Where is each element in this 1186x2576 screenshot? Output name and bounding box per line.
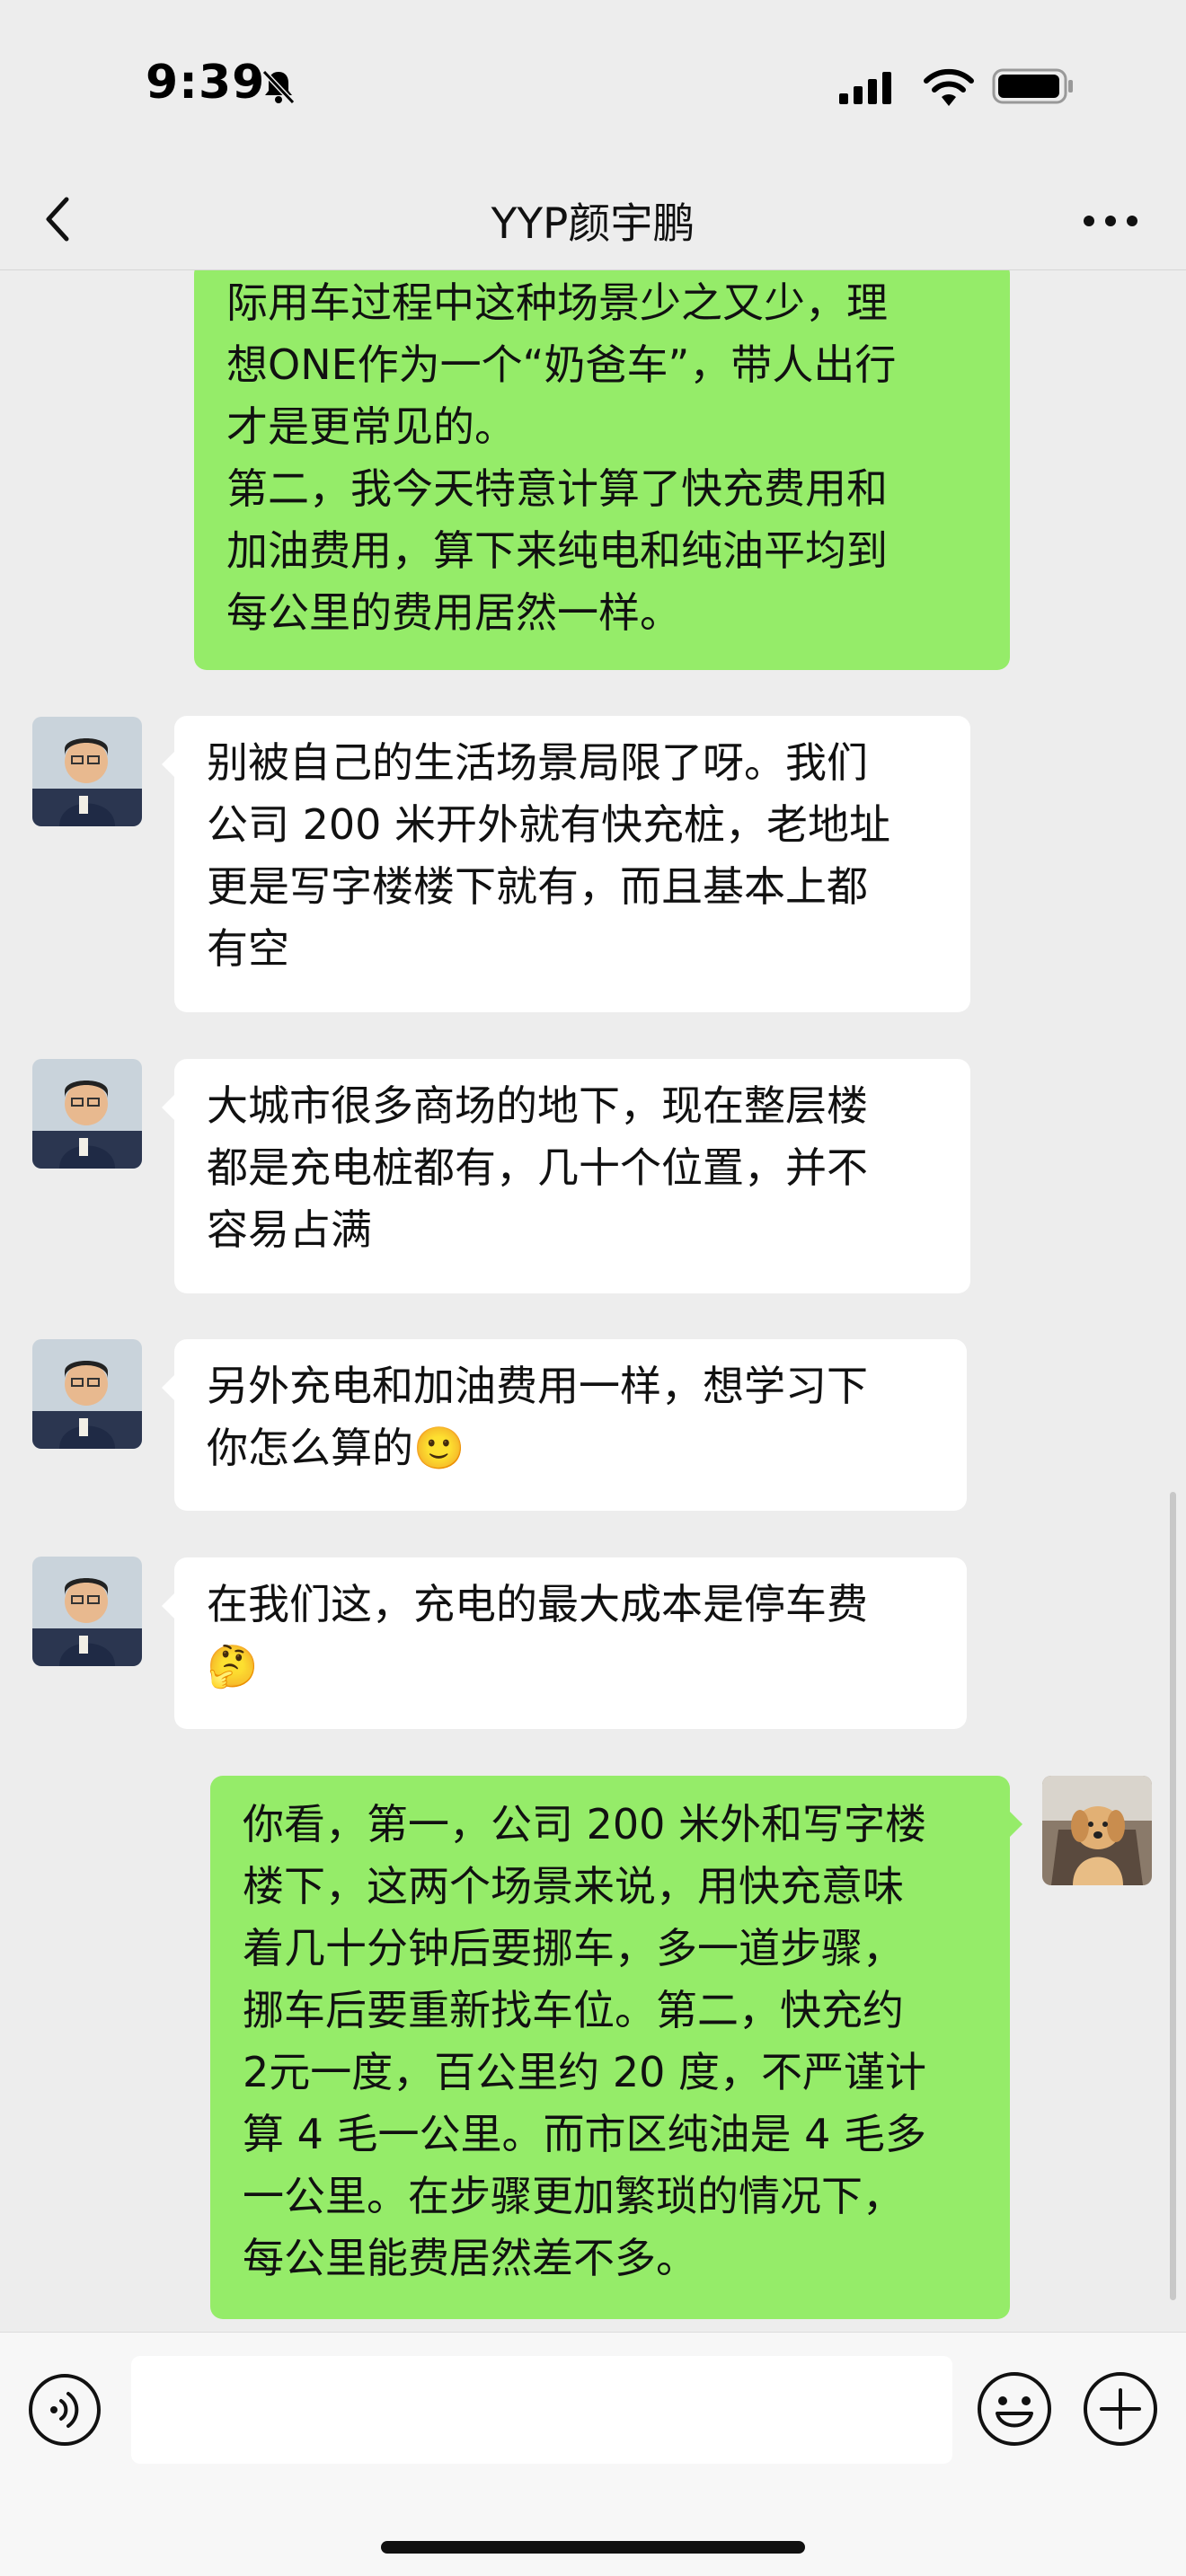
message-line: 每公里的费用居然一样。 (226, 588, 681, 637)
message-bubble-incoming[interactable]: 另外充电和加油费用一样，想学习下 你怎么算的🙂 (162, 1339, 967, 1511)
chat-header: YYP颜宇鹏 (0, 171, 1186, 270)
message-line: 楼下，这两个场景来说，用快充意味 (243, 1862, 904, 1910)
message-line: 你怎么算的🙂 (207, 1424, 465, 1472)
message-line: 有空 (207, 924, 289, 973)
message-line: 际用车过程中这种场景少之又少，理 (226, 278, 888, 327)
contact-avatar[interactable] (32, 1339, 142, 1449)
message-line: 大城市很多商场的地下，现在整层楼 (207, 1081, 868, 1130)
message-line: 第二，我今天特意计算了快充费用和 (226, 464, 888, 513)
emoji-icon[interactable] (976, 2370, 1053, 2448)
message-line: 算 4 毛一公里。而市区纯油是 4 毛多 (243, 2110, 927, 2158)
chat-title: YYP颜宇鹏 (491, 199, 695, 249)
status-time: 9:39 (146, 56, 266, 110)
message-input[interactable] (131, 2356, 952, 2464)
battery-icon (992, 68, 1073, 104)
message-line: 才是更常见的。 (226, 402, 516, 451)
message-line: 都是充电桩都有，几十个位置，并不 (207, 1143, 868, 1192)
status-bar: 9:39 (0, 0, 1186, 171)
home-indicator[interactable] (381, 2541, 805, 2554)
message-line: 在我们这，充电的最大成本是停车费 (207, 1580, 868, 1628)
message-line: 另外充电和加油费用一样，想学习下 (207, 1362, 868, 1410)
message-bubble-outgoing[interactable]: 际用车过程中这种场景少之又少，理 想ONE作为一个“奶爸车”，带人出行 才是更常… (194, 270, 1010, 670)
message-line: 你看，第一，公司 200 米外和写字楼 (243, 1800, 927, 1848)
contact-avatar[interactable] (32, 1059, 142, 1169)
contact-avatar[interactable] (32, 717, 142, 826)
scroll-indicator[interactable] (1170, 1492, 1176, 2300)
message-line: 别被自己的生活场景局限了呀。我们 (207, 738, 868, 787)
message-line: 2元一度，百公里约 20 度，不严谨计 (243, 2048, 927, 2096)
cellular-signal-icon (839, 72, 891, 104)
message-bubble-incoming[interactable]: 别被自己的生活场景局限了呀。我们 公司 200 米开外就有快充桩，老地址 更是写… (162, 716, 970, 1012)
more-icon[interactable] (1075, 194, 1146, 248)
voice-icon[interactable] (27, 2372, 102, 2448)
message-line: 🤔 (207, 1642, 259, 1690)
chat-messages[interactable]: 际用车过程中这种场景少之又少，理 想ONE作为一个“奶爸车”，带人出行 才是更常… (0, 270, 1186, 2331)
message-line: 加油费用，算下来纯电和纯油平均到 (226, 526, 888, 575)
bell-off-icon (261, 69, 296, 105)
message-line: 着几十分钟后要挪车，多一道步骤， (243, 1924, 904, 1972)
message-line: 想ONE作为一个“奶爸车”，带人出行 (226, 340, 897, 389)
wifi-icon (924, 68, 974, 106)
plus-icon[interactable] (1082, 2370, 1159, 2448)
message-line: 挪车后要重新找车位。第二，快充约 (243, 1986, 904, 2034)
message-bubble-outgoing[interactable]: 你看，第一，公司 200 米外和写字楼 楼下，这两个场景来说，用快充意味 着几十… (210, 1776, 1022, 2319)
message-bubble-incoming[interactable]: 大城市很多商场的地下，现在整层楼 都是充电桩都有，几十个位置，并不 容易占满 (162, 1059, 970, 1293)
message-bubble-incoming[interactable]: 在我们这，充电的最大成本是停车费 🤔 (162, 1557, 967, 1729)
contact-avatar[interactable] (32, 1557, 142, 1666)
message-line: 容易占满 (207, 1205, 372, 1254)
my-avatar[interactable] (1042, 1776, 1152, 1885)
message-line: 一公里。在步骤更加繁琐的情况下， (243, 2172, 904, 2220)
message-line: 每公里能费居然差不多。 (243, 2234, 697, 2282)
input-bar (0, 2332, 1186, 2576)
message-line: 公司 200 米开外就有快充桩，老地址 (207, 800, 891, 849)
message-line: 更是写字楼楼下就有，而且基本上都 (207, 862, 868, 911)
